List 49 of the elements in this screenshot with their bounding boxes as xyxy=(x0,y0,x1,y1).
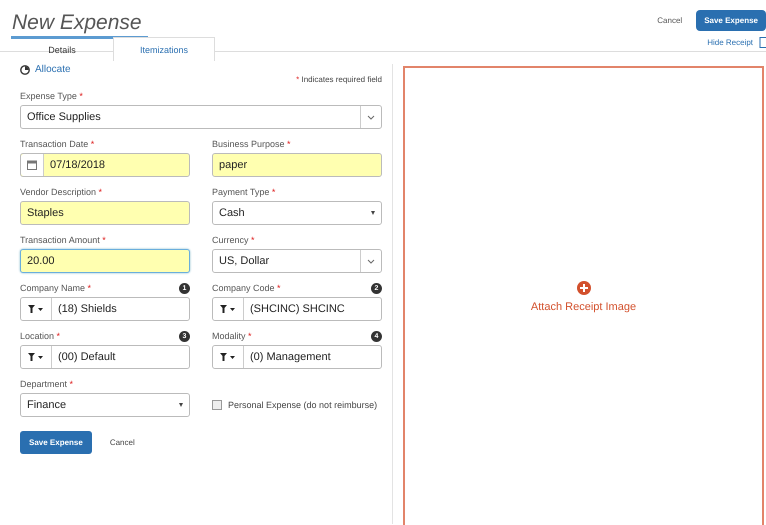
field-label: Department * xyxy=(20,379,74,389)
calendar-icon[interactable] xyxy=(27,160,37,170)
text-field[interactable]: paper xyxy=(212,153,382,177)
save-button[interactable]: Save Expense xyxy=(20,431,92,454)
panel-icon[interactable] xyxy=(759,37,766,48)
dropdown-field[interactable]: US, Dollar xyxy=(212,249,382,273)
dropdown-field[interactable]: Office Supplies xyxy=(20,105,382,129)
field-label: Transaction Date * xyxy=(20,139,94,149)
field-label: Vendor Description * xyxy=(20,187,102,197)
dropdown-arrow-icon xyxy=(371,211,375,215)
filter-icon[interactable] xyxy=(28,353,44,361)
required-note: * Indicates required field xyxy=(296,75,382,84)
filter-icon[interactable] xyxy=(220,305,236,313)
add-icon[interactable] xyxy=(576,281,590,295)
field-label: Location * xyxy=(20,331,60,341)
filter-field[interactable]: (SHCINC) SHCINC xyxy=(212,297,382,321)
filter-field[interactable]: (18) Shields xyxy=(20,297,190,321)
allocate-icon[interactable] xyxy=(20,64,30,74)
select-field[interactable]: Cash xyxy=(212,201,382,225)
allocate-link[interactable]: Allocate xyxy=(35,64,71,75)
filter-icon[interactable] xyxy=(28,305,44,313)
select-field[interactable]: Finance xyxy=(20,393,190,417)
tab[interactable]: Itemizations xyxy=(113,37,215,61)
field-label: Payment Type * xyxy=(212,187,276,197)
field-label: Currency * xyxy=(212,235,255,245)
field-label: Transaction Amount * xyxy=(20,235,106,245)
text-field[interactable]: Staples xyxy=(20,201,190,225)
dropdown-arrow-icon xyxy=(179,403,183,407)
field-label: Modality * xyxy=(212,331,252,341)
filter-icon[interactable] xyxy=(220,353,236,361)
field-label: Company Code * xyxy=(212,283,281,293)
receipt-drop-area[interactable]: Attach Receipt Image xyxy=(403,66,764,525)
cancel-link[interactable]: Cancel xyxy=(657,16,682,25)
filter-field[interactable]: (0) Management xyxy=(212,345,382,369)
hide-receipt-link[interactable]: Hide Receipt xyxy=(707,38,753,47)
attach-receipt-link[interactable]: Attach Receipt Image xyxy=(530,301,636,313)
text-field[interactable]: 20.00 xyxy=(20,249,190,273)
field-label: Company Name * xyxy=(20,283,92,293)
checkbox[interactable] xyxy=(212,400,222,410)
cancel-link[interactable]: Cancel xyxy=(110,438,135,447)
date-field[interactable]: 07/18/2018 xyxy=(20,153,190,177)
field-label: Expense Type * xyxy=(20,91,83,101)
filter-field[interactable]: (00) Default xyxy=(20,345,190,369)
tab[interactable]: Details xyxy=(11,37,113,61)
field-label: Business Purpose * xyxy=(212,139,291,149)
checkbox-label: Personal Expense (do not reimburse) xyxy=(228,400,378,410)
chevron-down-icon xyxy=(367,258,375,264)
save-button[interactable]: Save Expense xyxy=(696,10,766,31)
chevron-down-icon xyxy=(367,114,375,120)
